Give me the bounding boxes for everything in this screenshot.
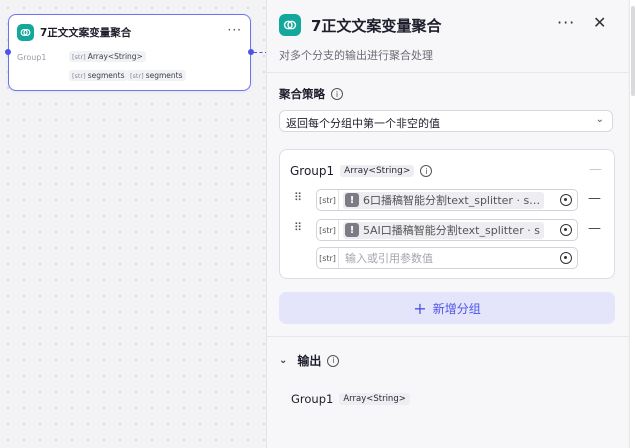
input-placeholder: 输入或引用参数值 [345, 252, 433, 265]
input-port[interactable] [5, 49, 11, 55]
strategy-label: 聚合策略 i [279, 86, 343, 102]
info-icon[interactable]: i [331, 88, 343, 100]
drag-handle-icon[interactable]: ⠿ [294, 222, 302, 233]
group-type-tag: Array<String> [340, 165, 415, 177]
variable-ref-text: 5AI口播稿智能分割text_splitter · s [363, 224, 540, 237]
remove-item-icon[interactable]: — [588, 221, 601, 236]
node-more-icon[interactable]: ··· [228, 23, 242, 37]
output-section-header[interactable]: ⌄ 输出 i [279, 352, 340, 369]
chevron-down-icon: ⌄ [279, 355, 288, 366]
panel-title[interactable]: 7正文文案变量聚合 [311, 15, 441, 36]
output-row: Group1 Array<String> [291, 392, 410, 406]
variable-ref-input[interactable]: [str] 输入或引用参数值 [316, 247, 578, 269]
output-type-tag: Array<String> [339, 393, 410, 405]
aggregation-node-card[interactable]: 7正文文案变量聚合 ··· Group1 [str] Array<String> … [8, 14, 251, 91]
chevron-down-icon: ⌄ [595, 114, 604, 125]
add-group-button[interactable]: + 新增分组 [279, 292, 615, 324]
divider [267, 72, 629, 73]
scrollbar-thumb[interactable] [631, 6, 635, 96]
group-card: Group1 Array<String> i — ⠿ [str] ! 6口播稿智… [279, 149, 615, 279]
variable-ref-text: 6口播稿智能分割text_splitter · s… [363, 194, 541, 207]
node-var-tag: [str] segments [69, 70, 128, 81]
info-icon[interactable]: i [420, 165, 433, 177]
type-badge: [str] [317, 220, 339, 240]
close-icon[interactable]: ✕ [593, 13, 606, 32]
variable-ref-input[interactable]: [str] ! 5AI口播稿智能分割text_splitter · s [316, 219, 578, 241]
scrollbar[interactable] [629, 0, 636, 448]
info-icon[interactable]: i [327, 354, 340, 367]
node-var-tag: [str] segments [127, 70, 186, 81]
add-group-label: 新增分组 [432, 301, 481, 316]
panel-header: 7正文文案变量聚合 [279, 14, 441, 36]
aggregate-icon [17, 24, 34, 41]
group-name[interactable]: Group1 [290, 164, 334, 178]
group-header: Group1 Array<String> i [290, 164, 433, 178]
warning-icon: ! [345, 193, 359, 207]
node-group-label: Group1 [17, 53, 47, 62]
variable-ref-tag: ! 5AI口播稿智能分割text_splitter · s [343, 221, 544, 239]
remove-item-icon[interactable]: — [588, 191, 601, 206]
node-config-panel: 7正文文案变量聚合 ··· ✕ 对多个分支的输出进行聚合处理 聚合策略 i 返回… [266, 0, 629, 448]
aggregate-icon [279, 14, 301, 36]
output-name: Group1 [291, 392, 334, 406]
remove-group-icon[interactable]: — [589, 162, 602, 177]
drag-handle-icon[interactable]: ⠿ [294, 192, 302, 203]
type-badge: [str] [317, 190, 339, 210]
node-type-tag: [str] Array<String> [69, 51, 146, 62]
panel-description[interactable]: 对多个分支的输出进行聚合处理 [279, 47, 433, 63]
more-options-icon[interactable]: ··· [557, 13, 575, 32]
strategy-select[interactable]: 返回每个分组中第一个非空的值 ⌄ [279, 110, 613, 132]
plus-icon: + [413, 298, 427, 318]
divider [267, 336, 629, 337]
variable-ref-input[interactable]: [str] ! 6口播稿智能分割text_splitter · s… [316, 189, 578, 211]
target-icon[interactable] [560, 194, 572, 206]
warning-icon: ! [345, 223, 359, 237]
variable-ref-tag: ! 6口播稿智能分割text_splitter · s… [343, 191, 545, 209]
node-header: 7正文文案变量聚合 [17, 24, 131, 41]
target-icon[interactable] [560, 252, 572, 264]
output-label: 输出 [297, 354, 322, 368]
node-title: 7正文文案变量聚合 [40, 27, 132, 39]
type-badge: [str] [317, 248, 339, 268]
strategy-value: 返回每个分组中第一个非空的值 [286, 117, 440, 130]
target-icon[interactable] [560, 224, 572, 236]
